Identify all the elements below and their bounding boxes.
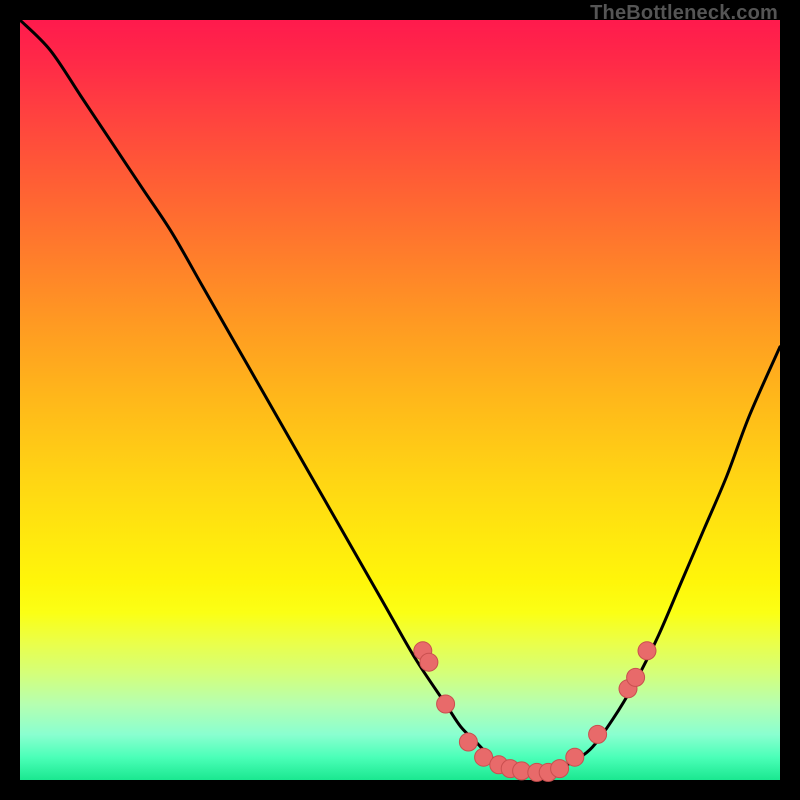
watermark-text: TheBottleneck.com [590, 2, 778, 25]
chart-svg [20, 20, 780, 780]
curve-marker [638, 642, 656, 660]
plot-area [20, 20, 780, 780]
chart-frame: TheBottleneck.com [0, 0, 800, 800]
curve-marker [566, 748, 584, 766]
curve-marker [420, 653, 438, 671]
curve-marker [459, 733, 477, 751]
curve-markers [414, 642, 656, 782]
bottleneck-curve [20, 20, 780, 773]
curve-marker [589, 725, 607, 743]
curve-marker [437, 695, 455, 713]
curve-marker [627, 668, 645, 686]
curve-marker [551, 760, 569, 778]
